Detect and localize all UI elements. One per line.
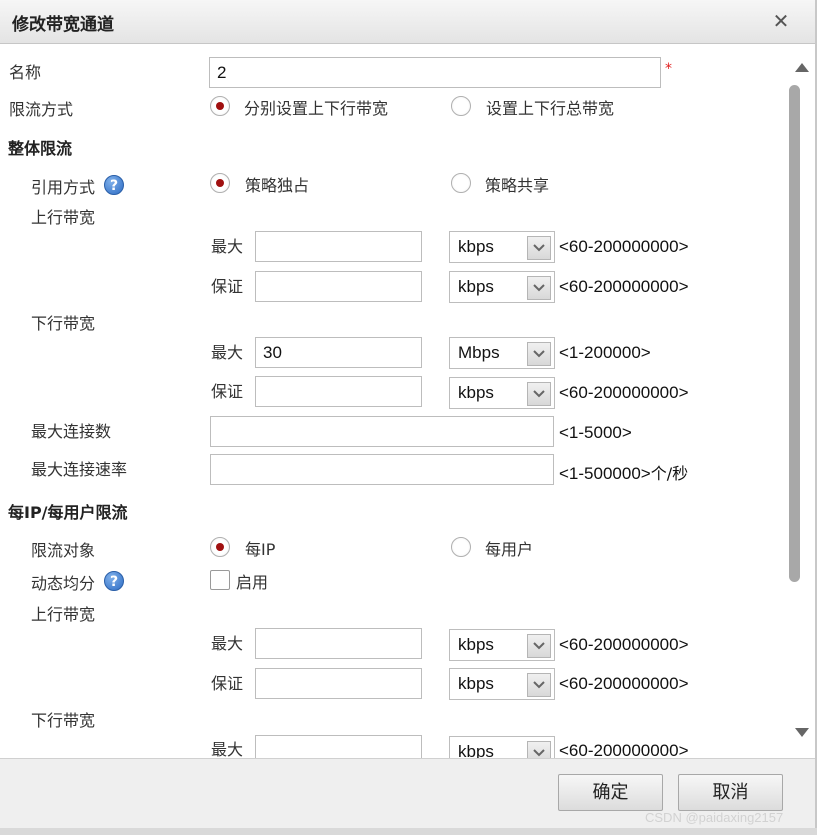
limit-target-label: 限流对象 bbox=[31, 541, 96, 560]
help-icon[interactable]: ? bbox=[104, 571, 124, 591]
radio-policy-exclusive[interactable] bbox=[210, 173, 230, 193]
edit-bandwidth-channel-dialog: 修改带宽通道 ✕ 名称 2 * 限流方式 分别设置上下行带宽 设置上下行总带宽 … bbox=[0, 0, 817, 835]
per-ip-user-limit-section-title: 每IP/每用户限流 bbox=[8, 503, 128, 522]
per-ip-up-guarantee-unit-select[interactable]: kbps bbox=[449, 668, 555, 700]
radio-total-bandwidth[interactable] bbox=[451, 96, 471, 116]
per-ip-up-guarantee-input[interactable] bbox=[255, 668, 422, 699]
limit-mode-label: 限流方式 bbox=[9, 100, 74, 119]
radio-separate-updown[interactable] bbox=[210, 96, 230, 116]
help-icon[interactable]: ? bbox=[104, 175, 124, 195]
down-guarantee-range: <60-200000000> bbox=[559, 383, 689, 402]
down-max-unit-select[interactable]: Mbps bbox=[449, 337, 555, 369]
per-ip-up-max-range: <60-200000000> bbox=[559, 635, 689, 654]
dialog-body: 名称 2 * 限流方式 分别设置上下行带宽 设置上下行总带宽 整体限流 引用方式… bbox=[0, 46, 785, 758]
chevron-down-icon[interactable] bbox=[527, 634, 551, 658]
per-ip-up-bandwidth-label: 上行带宽 bbox=[31, 605, 96, 624]
up-max-unit-select[interactable]: kbps bbox=[449, 231, 555, 263]
per-ip-up-guarantee-range: <60-200000000> bbox=[559, 674, 689, 693]
close-icon[interactable]: ✕ bbox=[770, 9, 792, 33]
scroll-up-arrow-icon[interactable] bbox=[795, 62, 809, 72]
per-ip-down-max-unit-select[interactable]: kbps bbox=[449, 736, 555, 758]
up-guarantee-label: 保证 bbox=[211, 277, 244, 296]
max-connection-rate-unit: 个/秒 bbox=[650, 464, 689, 483]
radio-policy-shared-label: 策略共享 bbox=[485, 176, 550, 195]
down-guarantee-input[interactable] bbox=[255, 376, 422, 407]
up-max-range: <60-200000000> bbox=[559, 237, 689, 256]
up-bandwidth-label: 上行带宽 bbox=[31, 208, 96, 227]
up-guarantee-unit-select[interactable]: kbps bbox=[449, 271, 555, 303]
per-ip-up-guarantee-unit-value: kbps bbox=[458, 674, 494, 693]
down-guarantee-unit-select[interactable]: kbps bbox=[449, 377, 555, 409]
per-ip-down-bandwidth-label: 下行带宽 bbox=[31, 711, 96, 730]
watermark: CSDN @paidaxing2157 bbox=[645, 810, 784, 825]
enable-checkbox[interactable] bbox=[210, 570, 230, 590]
radio-per-user-label: 每用户 bbox=[485, 540, 534, 559]
radio-policy-shared[interactable] bbox=[451, 173, 471, 193]
radio-per-user[interactable] bbox=[451, 537, 471, 557]
down-max-range: <1-200000> bbox=[559, 343, 651, 362]
per-ip-down-max-input[interactable] bbox=[255, 735, 422, 758]
max-connection-rate-range: <1-500000>个/秒 bbox=[559, 460, 688, 484]
chevron-down-icon[interactable] bbox=[527, 741, 551, 758]
vertical-scrollbar[interactable] bbox=[785, 46, 815, 758]
chevron-down-icon[interactable] bbox=[527, 276, 551, 300]
chevron-down-icon[interactable] bbox=[527, 342, 551, 366]
overall-limit-section-title: 整体限流 bbox=[8, 139, 73, 158]
per-ip-up-max-unit-select[interactable]: kbps bbox=[449, 629, 555, 661]
ref-mode-label: 引用方式 bbox=[31, 178, 96, 197]
down-max-unit-value: Mbps bbox=[458, 343, 500, 362]
name-input[interactable]: 2 bbox=[209, 57, 661, 88]
up-guarantee-range: <60-200000000> bbox=[559, 277, 689, 296]
scroll-down-arrow-icon[interactable] bbox=[795, 728, 809, 738]
required-mark: * bbox=[665, 61, 672, 77]
down-bandwidth-label: 下行带宽 bbox=[31, 314, 96, 333]
dynamic-share-label: 动态均分 bbox=[31, 574, 96, 593]
per-ip-down-max-label: 最大 bbox=[211, 740, 244, 758]
max-connections-label: 最大连接数 bbox=[31, 422, 112, 441]
radio-policy-exclusive-label: 策略独占 bbox=[245, 176, 310, 195]
bottom-edge bbox=[0, 828, 817, 835]
max-connections-range: <1-5000> bbox=[559, 423, 632, 442]
per-ip-up-max-label: 最大 bbox=[211, 634, 244, 653]
up-max-unit-value: kbps bbox=[458, 237, 494, 256]
scrollbar-thumb[interactable] bbox=[789, 85, 800, 582]
per-ip-up-max-unit-value: kbps bbox=[458, 635, 494, 654]
max-connection-rate-range-text: <1-500000> bbox=[559, 464, 651, 483]
up-guarantee-unit-value: kbps bbox=[458, 277, 494, 296]
name-label: 名称 bbox=[9, 63, 42, 82]
down-max-label: 最大 bbox=[211, 343, 244, 362]
enable-checkbox-label: 启用 bbox=[236, 573, 269, 592]
down-guarantee-unit-value: kbps bbox=[458, 383, 494, 402]
chevron-down-icon[interactable] bbox=[527, 236, 551, 260]
max-connection-rate-label: 最大连接速率 bbox=[31, 460, 128, 479]
ok-button[interactable]: 确定 bbox=[558, 774, 663, 811]
up-max-input[interactable] bbox=[255, 231, 422, 262]
chevron-down-icon[interactable] bbox=[527, 673, 551, 697]
max-connections-input[interactable] bbox=[210, 416, 554, 447]
chevron-down-icon[interactable] bbox=[527, 382, 551, 406]
radio-separate-updown-label: 分别设置上下行带宽 bbox=[244, 99, 389, 118]
per-ip-down-max-unit-value: kbps bbox=[458, 742, 494, 758]
radio-total-bandwidth-label: 设置上下行总带宽 bbox=[486, 99, 615, 118]
radio-per-ip-label: 每IP bbox=[245, 540, 276, 559]
cancel-button[interactable]: 取消 bbox=[678, 774, 783, 811]
per-ip-up-max-input[interactable] bbox=[255, 628, 422, 659]
down-max-input[interactable]: 30 bbox=[255, 337, 422, 368]
up-max-label: 最大 bbox=[211, 237, 244, 256]
down-guarantee-label: 保证 bbox=[211, 382, 244, 401]
max-connection-rate-input[interactable] bbox=[210, 454, 554, 485]
dialog-title: 修改带宽通道 bbox=[12, 15, 114, 35]
up-guarantee-input[interactable] bbox=[255, 271, 422, 302]
per-ip-down-max-range: <60-200000000> bbox=[559, 741, 689, 758]
radio-per-ip[interactable] bbox=[210, 537, 230, 557]
per-ip-up-guarantee-label: 保证 bbox=[211, 674, 244, 693]
dialog-titlebar: 修改带宽通道 ✕ bbox=[0, 0, 815, 44]
